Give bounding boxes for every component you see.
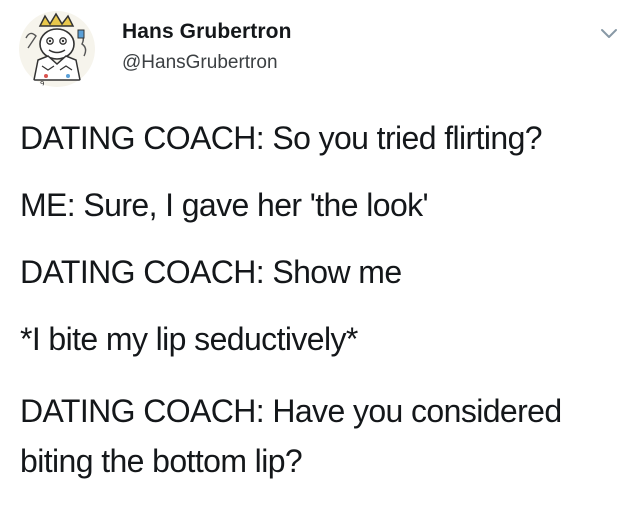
tweet-line: ME: Sure, I gave her 'the look' xyxy=(20,187,429,223)
tweet-line: DATING COACH: Show me xyxy=(20,254,402,290)
tweet-line: DATING COACH: Have you considered biting… xyxy=(20,393,562,479)
tweet-header: 9 Hans Grubertron @HansGrubertron xyxy=(18,10,622,90)
author-handle[interactable]: @HansGrubertron xyxy=(122,52,278,74)
tweet-line: DATING COACH: So you tried flirting? xyxy=(20,120,543,156)
tweet-text: DATING COACH: So you tried flirting? ME:… xyxy=(20,118,620,513)
tweet-line: *I bite my lip seductively* xyxy=(20,321,358,357)
tweet-card: 9 Hans Grubertron @HansGrubertron DATING… xyxy=(0,0,640,532)
author-display-name[interactable]: Hans Grubertron xyxy=(122,20,292,44)
cartoon-king-avatar-icon: 9 xyxy=(19,11,95,88)
svg-text:9: 9 xyxy=(40,80,44,88)
chevron-down-icon[interactable] xyxy=(598,22,620,44)
avatar[interactable]: 9 xyxy=(18,10,96,88)
